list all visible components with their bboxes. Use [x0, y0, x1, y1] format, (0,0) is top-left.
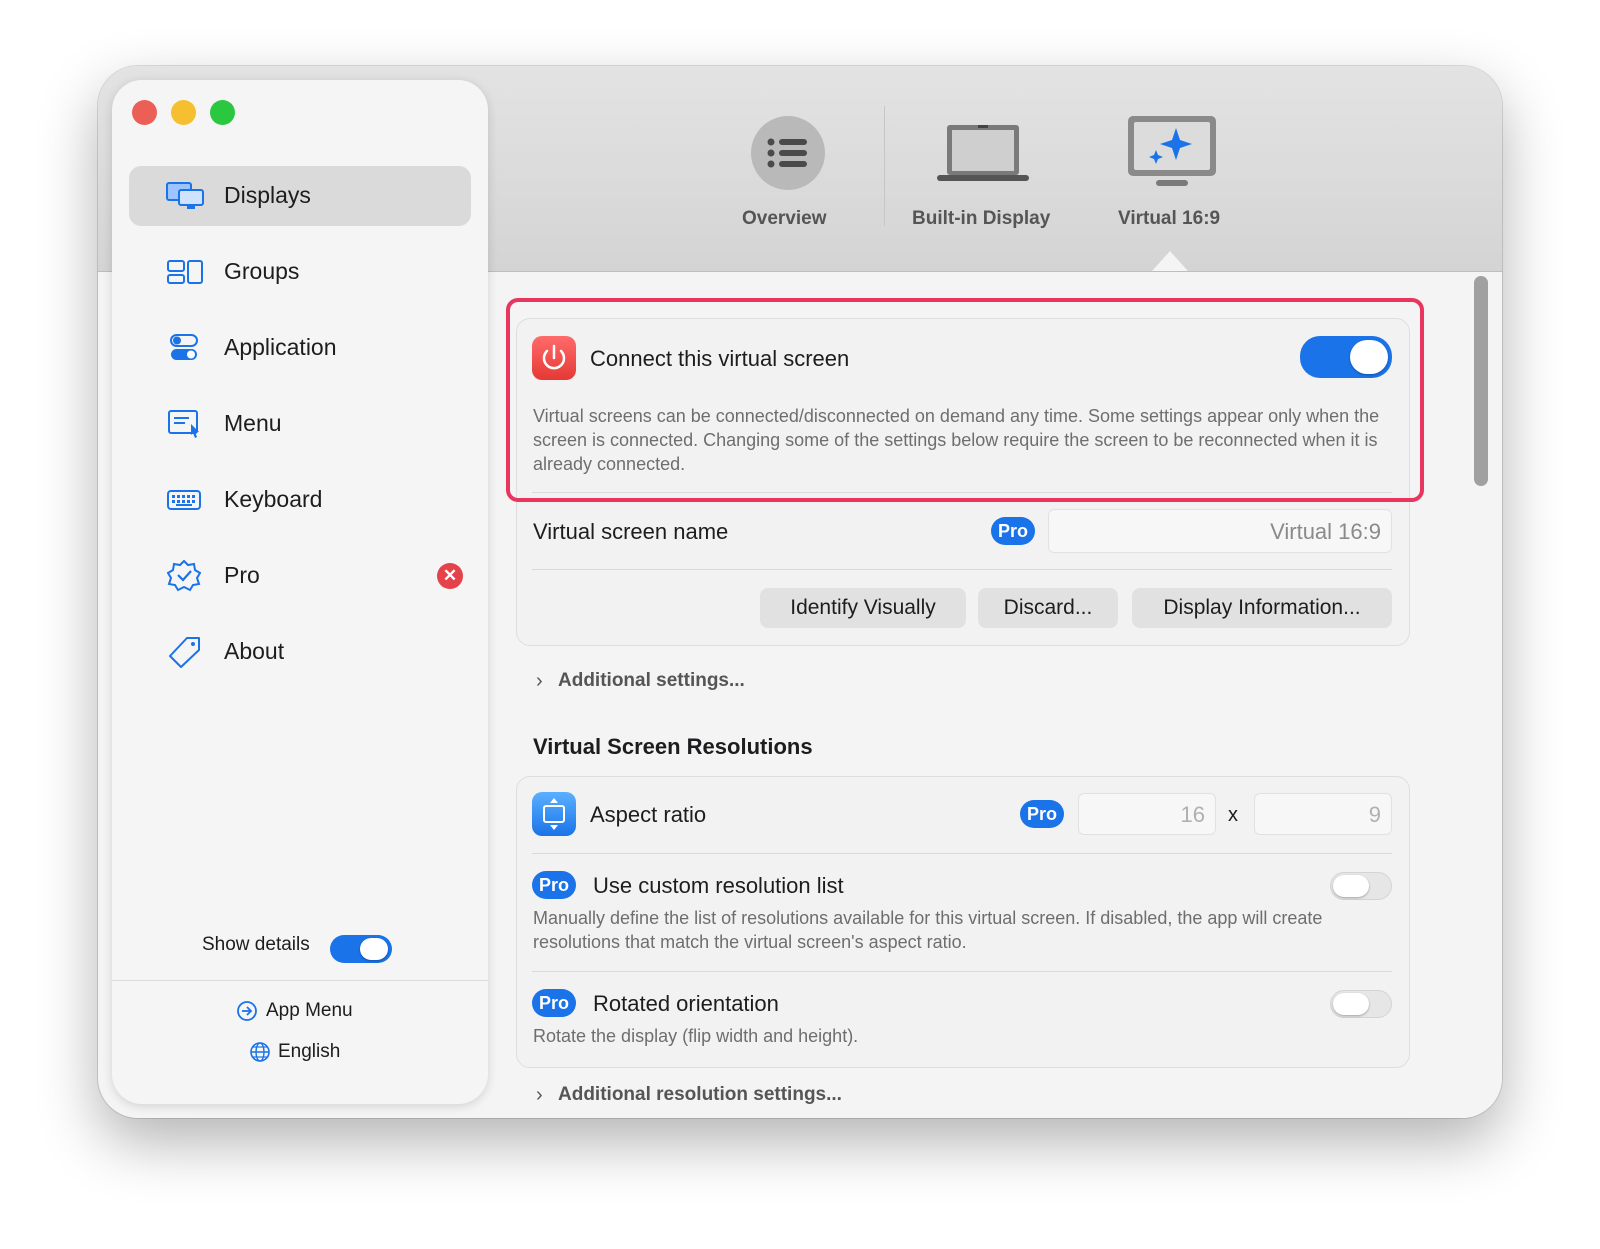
custom-list-description: Manually define the list of resolutions …	[533, 908, 1323, 952]
tab-virtual-16-9[interactable]	[1124, 106, 1220, 256]
sidebar-item-displays[interactable]: Displays	[129, 166, 471, 226]
tab-overview-label: Overview	[742, 208, 827, 229]
tab-divider	[884, 106, 885, 226]
arrow-circle-icon	[237, 1001, 257, 1021]
sidebar-divider	[112, 980, 488, 981]
chevron-right-icon[interactable]: ›	[536, 1084, 543, 1107]
additional-resolution-settings-disclosure[interactable]: Additional resolution settings...	[558, 1084, 842, 1106]
displays-icon	[166, 182, 204, 209]
groups-icon	[167, 260, 203, 284]
selected-tab-pointer	[1152, 251, 1188, 271]
pro-seal-icon	[166, 560, 202, 592]
sidebar-item-label: Application	[224, 334, 337, 360]
aspect-ratio-icon	[532, 792, 576, 836]
resolutions-section-title: Virtual Screen Resolutions	[533, 734, 813, 759]
pro-badge: Pro	[1020, 800, 1064, 828]
sidebar-item-label: Groups	[224, 258, 300, 284]
tab-built-in-display[interactable]	[928, 106, 1038, 256]
rotated-toggle[interactable]	[1330, 990, 1392, 1018]
sidebar: Displays Groups Application Menu Keyboar…	[112, 80, 488, 1104]
name-label: Virtual screen name	[533, 519, 729, 544]
aspect-times-label: x	[1228, 804, 1238, 826]
keyboard-icon	[167, 490, 201, 510]
pro-badge: Pro	[991, 517, 1035, 545]
sidebar-item-label: Displays	[224, 182, 311, 208]
sidebar-item-label: Pro	[224, 562, 260, 588]
divider	[532, 971, 1392, 972]
virtual-display-icon	[1128, 116, 1216, 186]
rotated-label: Rotated orientation	[593, 991, 779, 1016]
minimize-button[interactable]	[171, 100, 196, 125]
sidebar-item-application[interactable]: Application	[129, 318, 471, 378]
scrollbar[interactable]	[1474, 276, 1488, 486]
pro-badge: Pro	[532, 989, 576, 1017]
chevron-right-icon[interactable]: ›	[536, 670, 543, 693]
tag-icon	[169, 637, 200, 668]
tab-built-in-display-label: Built-in Display	[912, 208, 1051, 229]
sidebar-item-label: About	[224, 638, 285, 664]
sidebar-item-pro[interactable]: Pro ✕	[129, 546, 471, 606]
divider	[532, 853, 1392, 854]
highlight-box	[506, 298, 1424, 502]
aspect-ratio-label: Aspect ratio	[590, 802, 707, 827]
laptop-icon	[937, 125, 1029, 181]
sidebar-item-menu[interactable]: Menu	[129, 394, 471, 454]
pro-badge: Pro	[532, 871, 576, 899]
custom-list-toggle[interactable]	[1330, 872, 1392, 900]
show-details-toggle[interactable]	[330, 935, 392, 963]
application-icon	[170, 334, 198, 360]
identify-visually-button[interactable]: Identify Visually	[760, 588, 966, 628]
sidebar-item-label: Menu	[224, 410, 282, 436]
close-button[interactable]	[132, 100, 157, 125]
globe-icon	[250, 1042, 270, 1062]
list-icon	[751, 116, 825, 190]
additional-settings-disclosure[interactable]: Additional settings...	[558, 670, 745, 692]
discard-button[interactable]: Discard...	[978, 588, 1118, 628]
app-window: Overview Built-in Display Virtual 16:9 C…	[98, 66, 1502, 1118]
app-menu-link[interactable]: App Menu	[266, 1000, 353, 1022]
sidebar-item-about[interactable]: About	[129, 622, 471, 682]
rotated-description: Rotate the display (flip width and heigh…	[533, 1026, 859, 1046]
sidebar-item-keyboard[interactable]: Keyboard	[129, 470, 471, 530]
zoom-button[interactable]	[210, 100, 235, 125]
custom-list-label: Use custom resolution list	[593, 873, 844, 898]
aspect-height-input[interactable]: 9	[1254, 793, 1392, 835]
language-link[interactable]: English	[278, 1041, 340, 1063]
tab-overview[interactable]	[738, 106, 838, 256]
sidebar-item-label: Keyboard	[224, 486, 323, 512]
sidebar-item-groups[interactable]: Groups	[129, 242, 471, 302]
tab-virtual-label: Virtual 16:9	[1118, 208, 1221, 229]
close-badge-icon: ✕	[437, 563, 463, 589]
show-details-label: Show details	[202, 934, 310, 955]
virtual-screen-name-input[interactable]: Virtual 16:9	[1048, 509, 1392, 553]
aspect-width-input[interactable]: 16	[1078, 793, 1216, 835]
divider	[532, 569, 1392, 570]
menu-icon	[168, 410, 199, 438]
display-information-button[interactable]: Display Information...	[1132, 588, 1392, 628]
